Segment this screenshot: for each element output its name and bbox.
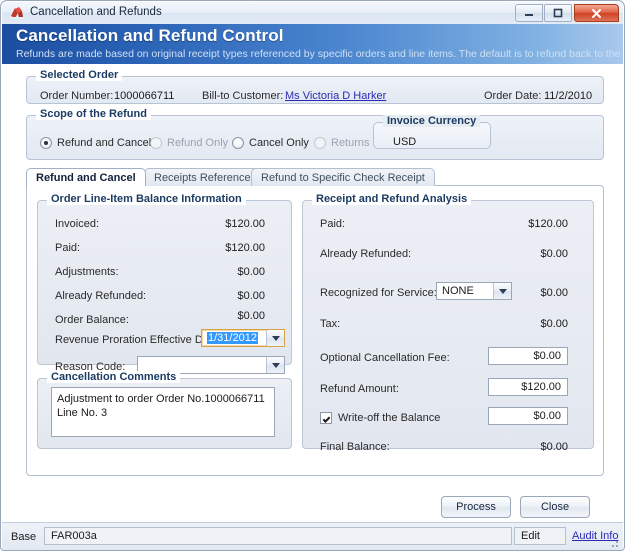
status-edit-field[interactable]: Edit: [514, 527, 566, 545]
radio-dot-icon: [314, 137, 326, 149]
bill-to-customer-label: Bill-to Customer:: [202, 90, 284, 102]
tab-refund-and-cancel[interactable]: Refund and Cancel: [26, 168, 146, 186]
chevron-down-icon[interactable]: [266, 330, 284, 346]
order-balance-legend: Order Line-Item Balance Information: [47, 193, 246, 205]
order-balance-label: Order Balance:: [55, 314, 129, 326]
order-date-value: 11/2/2010: [544, 90, 593, 102]
tab-refund-to-specific-check-receipt[interactable]: Refund to Specific Check Receipt: [251, 168, 435, 186]
scope-of-refund-group: Scope of the Refund Refund and Cancel Re…: [26, 108, 604, 160]
revenue-proration-date-text: 1/31/2012: [207, 332, 258, 344]
order-date-label: Order Date:: [484, 90, 542, 102]
page-content: Selected Order Order Number: 1000066711 …: [2, 64, 623, 522]
radio-dot-icon: [150, 137, 162, 149]
analysis-paid-label: Paid:: [320, 218, 346, 230]
write-off-the-balance-input[interactable]: $0.00: [488, 407, 568, 425]
revenue-proration-date-combo[interactable]: 1/31/2012: [201, 329, 285, 347]
title-bar: Cancellation and Refunds: [2, 2, 623, 25]
tab-receipts-referenced[interactable]: Receipts Referenced: [144, 168, 267, 186]
chevron-down-icon[interactable]: [266, 357, 284, 373]
order-number-value: 1000066711: [114, 90, 175, 102]
radio-cancel-only[interactable]: Cancel Only: [232, 137, 309, 149]
paid-value: $120.00: [225, 242, 265, 254]
order-line-item-balance-group: Order Line-Item Balance Information Invo…: [37, 193, 292, 374]
tab-panel-refund-and-cancel: Order Line-Item Balance Information Invo…: [26, 185, 604, 476]
order-number-label: Order Number:: [40, 90, 114, 102]
cancellation-comments-group: Cancellation Comments Adjustment to orde…: [37, 371, 292, 449]
status-bar: Base FAR003a Edit Audit Info: [2, 522, 623, 550]
minimize-button[interactable]: [515, 4, 543, 22]
adjustments-value: $0.00: [237, 266, 265, 278]
status-base-label: Base: [11, 531, 37, 543]
refund-amount-label: Refund Amount:: [320, 383, 399, 395]
radio-refund-and-cancel-label: Refund and Cancel: [57, 137, 152, 149]
invoice-currency-value: USD: [393, 136, 417, 148]
analysis-tax-value: $0.00: [540, 318, 568, 330]
cancellation-comments-input[interactable]: Adjustment to order Order No.1000066711 …: [51, 387, 275, 437]
final-balance-value: $0.00: [540, 441, 568, 453]
radio-returns-label: Returns: [331, 137, 370, 149]
analysis-tax-label: Tax:: [320, 318, 341, 330]
analysis-already-refunded-label: Already Refunded:: [320, 248, 412, 260]
receipt-and-refund-analysis-group: Receipt and Refund Analysis Paid: $120.0…: [302, 193, 594, 453]
radio-refund-only-label: Refund Only: [167, 137, 229, 149]
optional-cancellation-fee-input[interactable]: $0.00: [488, 347, 568, 365]
resize-grip-icon[interactable]: [608, 537, 620, 549]
status-base-value[interactable]: FAR003a: [44, 527, 512, 545]
selected-order-legend: Selected Order: [36, 69, 123, 81]
already-refunded-value: $0.00: [237, 290, 265, 302]
invoiced-value: $120.00: [225, 218, 265, 230]
bill-to-customer-link[interactable]: Ms Victoria D Harker: [285, 90, 386, 102]
close-window-button[interactable]: [574, 4, 619, 22]
app-icon: [10, 6, 25, 21]
analysis-already-refunded-value: $0.00: [540, 248, 568, 260]
window-controls: [514, 4, 619, 23]
radio-returns[interactable]: Returns: [314, 137, 370, 149]
invoiced-label: Invoiced:: [55, 218, 100, 230]
radio-refund-only[interactable]: Refund Only: [150, 137, 228, 149]
recognized-for-service-amount: $0.00: [540, 287, 568, 299]
recognized-for-service-value: NONE: [442, 285, 474, 297]
page-subtitle: Refunds are made based on original recei…: [16, 48, 623, 60]
write-off-the-balance-checkbox[interactable]: Write-off the Balance: [320, 412, 440, 424]
process-button[interactable]: Process: [441, 496, 511, 518]
close-button[interactable]: Close: [520, 496, 590, 518]
invoice-currency-legend: Invoice Currency: [383, 115, 481, 127]
checkbox-icon: [320, 412, 332, 424]
analysis-paid-value: $120.00: [528, 218, 568, 230]
refund-amount-input[interactable]: $120.00: [488, 378, 568, 396]
optional-cancellation-fee-label: Optional Cancellation Fee:: [320, 352, 450, 364]
revenue-proration-date-value: 1/31/2012: [202, 332, 266, 344]
invoice-currency-group: Invoice Currency USD: [373, 115, 491, 149]
scope-of-refund-legend: Scope of the Refund: [36, 108, 151, 120]
cancellation-comments-legend: Cancellation Comments: [47, 371, 181, 383]
tab-strip: Refund and Cancel Receipts Referenced Re…: [26, 168, 604, 186]
application-window: Cancellation and Refunds Cancellation an…: [0, 0, 625, 551]
radio-refund-and-cancel[interactable]: Refund and Cancel: [40, 137, 151, 149]
radio-dot-icon: [232, 137, 244, 149]
paid-label: Paid:: [55, 242, 81, 254]
recognized-for-service-label: Recognized for Service:: [320, 287, 437, 299]
page-title: Cancellation and Refund Control: [16, 26, 284, 45]
page-banner: Cancellation and Refund Control Refunds …: [2, 24, 623, 65]
maximize-button[interactable]: [544, 4, 572, 22]
write-off-the-balance-label: Write-off the Balance: [338, 412, 441, 424]
already-refunded-label: Already Refunded:: [55, 290, 147, 302]
final-balance-label: Final Balance:: [320, 441, 390, 453]
selected-order-group: Selected Order Order Number: 1000066711 …: [26, 69, 604, 104]
order-balance-value: $0.00: [237, 310, 265, 322]
revenue-proration-label: Revenue Proration Effective Date:: [55, 334, 222, 346]
window-title: Cancellation and Refunds: [30, 6, 162, 18]
radio-cancel-only-label: Cancel Only: [249, 137, 309, 149]
refund-analysis-legend: Receipt and Refund Analysis: [312, 193, 472, 205]
radio-dot-icon: [40, 137, 52, 149]
adjustments-label: Adjustments:: [55, 266, 119, 278]
